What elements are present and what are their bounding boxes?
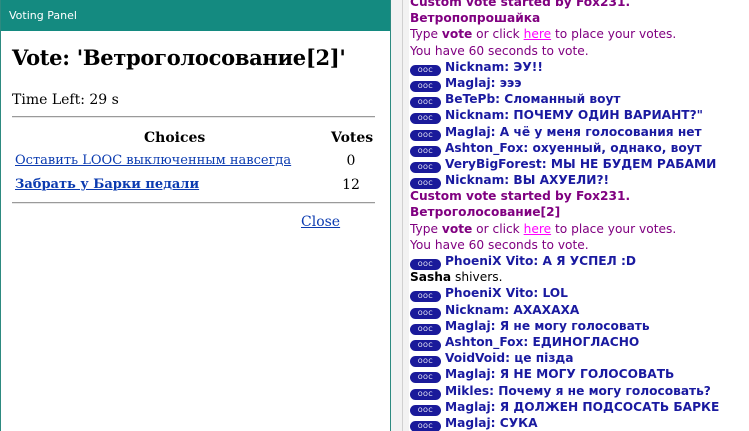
chat-line: OOC Nicknam: ВЫ АХУЕЛИ?! <box>410 172 749 190</box>
window-titlebar[interactable]: Voting Panel <box>1 0 390 31</box>
ooc-message: Ashton_Fox: охуенный, однако, воут <box>445 140 702 155</box>
chat-line: OOC Mikles: Почему я не могу голосовать? <box>410 383 749 400</box>
vote-announcement: Custom vote started by Fox231. <box>410 189 631 204</box>
splitter-edge <box>402 0 403 431</box>
chat-line: OOC Maglaj: Я не могу голосовать <box>410 318 749 335</box>
divider-bottom <box>12 202 375 204</box>
vote-announcement: Ветропопрошайка <box>410 11 541 26</box>
chat-line: OOC PhoeniX Vito: А Я УСПЕЛ :D <box>410 253 749 270</box>
ooc-message: PhoeniX Vito: А Я УСПЕЛ :D <box>445 254 636 268</box>
chat-line: Ветроголосование[2] <box>410 204 749 220</box>
chat-line: You have 60 seconds to vote. <box>410 237 749 253</box>
time-left: Time Left: 29 s <box>12 92 119 108</box>
system-message: You have 60 seconds to vote. <box>410 43 589 58</box>
ooc-badge-icon: OOC <box>410 372 441 384</box>
chat-line: OOC Maglaj: А чё у меня голосования нет <box>410 124 749 141</box>
choice-link-1[interactable]: Оставить LOOC выключенным навсегда <box>15 153 291 168</box>
system-text: or click <box>472 27 524 42</box>
chat-line: Custom vote started by Fox231. <box>410 0 749 10</box>
system-text: to place your votes. <box>551 221 677 236</box>
emote-speaker: Sasha <box>410 270 452 285</box>
ooc-message: Maglaj: Я НЕ МОГУ ГОЛОСОВАТЬ <box>445 367 675 382</box>
system-text: or click <box>472 221 524 236</box>
divider-top <box>12 116 375 118</box>
ooc-badge-icon: OOC <box>410 129 441 141</box>
system-text: Type <box>410 221 442 236</box>
chat-line: OOC Maglaj: СУКА <box>410 415 749 431</box>
ooc-message: Nicknam: АХАХАХА <box>445 302 580 317</box>
chat-line: OOC Nicknam: ПОЧЕМУ ОДИН ВАРИАНТ?" <box>410 107 749 125</box>
vote-announcement: Ветроголосование[2] <box>410 205 561 220</box>
ooc-badge-icon: OOC <box>410 388 441 400</box>
chat-line: OOC Maglaj: Я НЕ МОГУ ГОЛОСОВАТЬ <box>410 366 749 384</box>
chat-line: OOC Maglaj: эээ <box>410 75 749 92</box>
chat-line: OOC Ashton_Fox: охуенный, однако, воут <box>410 140 749 157</box>
chat-line: Type vote or click here to place your vo… <box>410 221 749 237</box>
ooc-badge-icon: OOC <box>410 113 441 125</box>
chat-line: OOC PhoeniX Vito: LOL <box>410 285 749 303</box>
system-message: You have 60 seconds to vote. <box>410 237 589 252</box>
chat-line: Custom vote started by Fox231. <box>410 188 749 204</box>
ooc-message: Mikles: Почему я не могу голосовать? <box>445 383 711 398</box>
chat-log: Custom vote started by Fox231. Ветропопро… <box>410 0 749 431</box>
chat-line: Type vote or click here to place your vo… <box>410 26 749 42</box>
chat-line: OOC BeTePb: Сломанный воут <box>410 91 749 109</box>
vote-here-link[interactable]: here <box>524 222 551 236</box>
ooc-message: Nicknam: ВЫ АХУЕЛИ?! <box>445 173 610 188</box>
chat-line: Sasha shivers. <box>410 269 749 285</box>
chat-line: OOC Maglaj: Я ДОЛЖЕН ПОДСОСАТЬ БАРКЕ <box>410 399 749 416</box>
ooc-message: BeTePb: Сломанный воут <box>445 92 621 107</box>
vote-command: vote <box>441 27 473 42</box>
pane-splitter[interactable] <box>391 0 409 431</box>
ooc-message: Maglaj: СУКА <box>445 415 538 430</box>
ooc-message: Maglaj: Я не могу голосовать <box>445 318 650 333</box>
system-text: to place your votes. <box>551 27 677 42</box>
ooc-message: Maglaj: эээ <box>445 75 522 90</box>
votes-header: Votes <box>331 130 374 146</box>
emote-text: shivers. <box>451 270 503 285</box>
ooc-message: PhoeniX Vito: LOL <box>445 286 568 301</box>
chat-line: Ветропопрошайка <box>410 10 749 26</box>
chat-line: OOC Nicknam: АХАХАХА <box>410 302 749 319</box>
choice-link-2[interactable]: Забрать у Барки педали <box>15 177 199 192</box>
choice-votes-2: 12 <box>342 177 360 193</box>
chat-line: OOC VeryBigForest: МЫ НЕ БУДЕМ РАБАМИ <box>410 156 749 173</box>
choice-votes-1: 0 <box>346 153 356 169</box>
ooc-message: Nicknam: ЭУ!! <box>445 59 543 74</box>
ooc-message: Maglaj: А чё у меня голосования нет <box>445 124 702 139</box>
ooc-message: VoidVoid: це пізда <box>445 351 574 366</box>
close-link[interactable]: Close <box>301 214 340 230</box>
chat-line: OOC VoidVoid: це пізда <box>410 350 749 368</box>
vote-here-link[interactable]: here <box>524 27 551 41</box>
choices-header: Choices <box>144 130 206 146</box>
vote-title: Vote: 'Ветроголосование[2]' <box>12 45 346 70</box>
system-text: Type <box>410 27 442 42</box>
chat-line: OOC Ashton_Fox: ЕДИНОГЛАСНО <box>410 334 749 351</box>
vote-command: vote <box>441 221 473 236</box>
ooc-badge-icon: OOC <box>410 420 441 431</box>
ooc-message: Ashton_Fox: ЕДИНОГЛАСНО <box>445 334 640 349</box>
vote-announcement: Custom vote started by Fox231. <box>410 0 631 9</box>
ooc-badge-icon: OOC <box>410 307 441 319</box>
ooc-message: Nicknam: ПОЧЕМУ ОДИН ВАРИАНТ?" <box>445 108 704 123</box>
ooc-badge-icon: OOC <box>410 291 441 303</box>
ooc-message: Maglaj: Я ДОЛЖЕН ПОДСОСАТЬ БАРКЕ <box>445 399 720 414</box>
chat-line: OOC Nicknam: ЭУ!! <box>410 59 749 76</box>
ooc-message: VeryBigForest: МЫ НЕ БУДЕМ РАБАМИ <box>445 156 717 171</box>
voting-panel-window: Voting Panel Vote: 'Ветроголосование[2]'… <box>0 0 391 431</box>
chat-line: You have 60 seconds to vote. <box>410 43 749 59</box>
